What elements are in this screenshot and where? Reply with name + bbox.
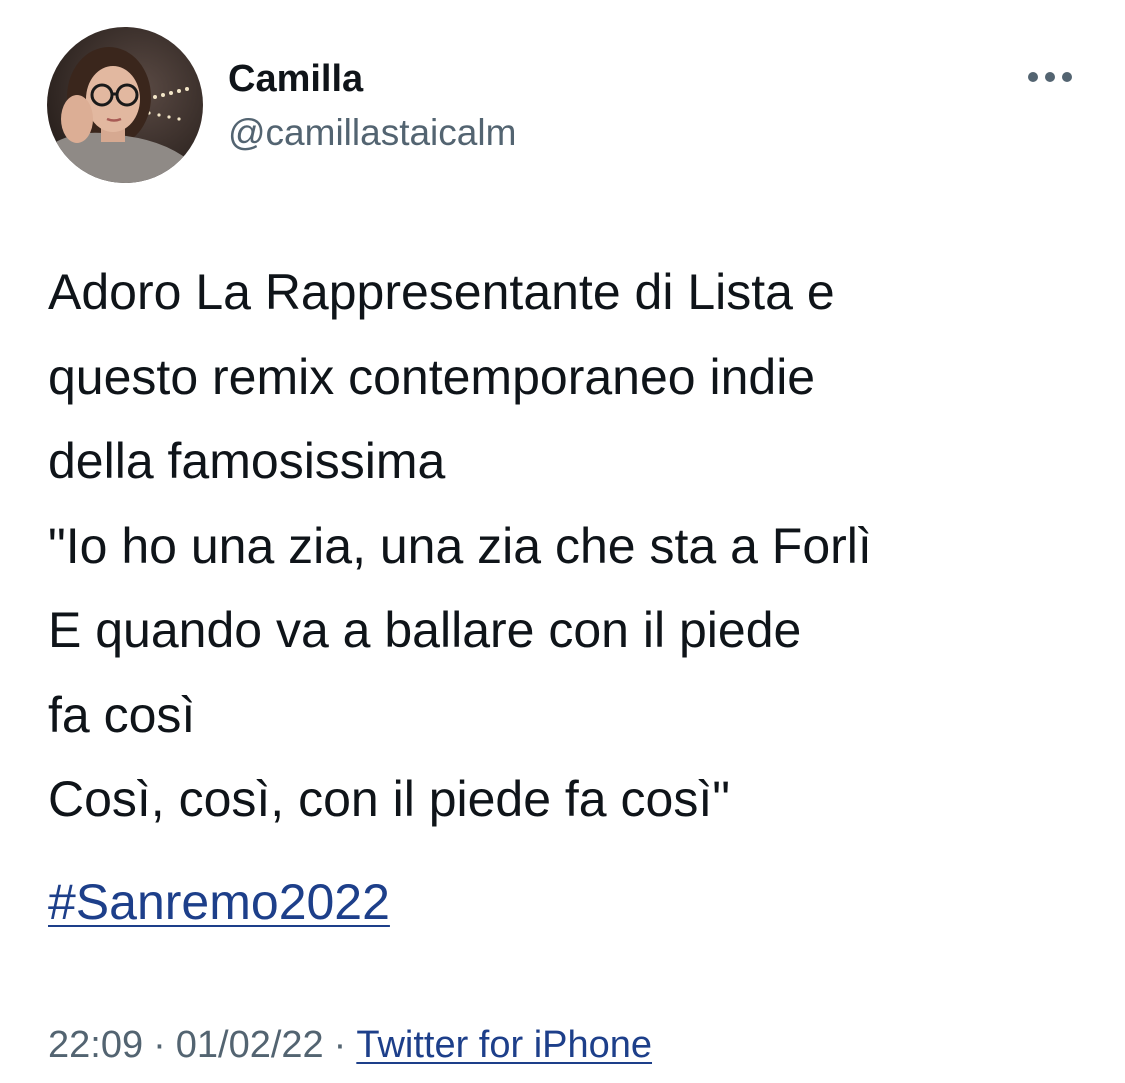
- separator-dot: ·: [153, 1024, 166, 1066]
- author-display-name[interactable]: Camilla: [228, 55, 363, 103]
- more-options-button[interactable]: [1018, 55, 1082, 99]
- separator-dot: ·: [333, 1024, 347, 1066]
- tweet-time[interactable]: 22:09: [48, 1024, 143, 1066]
- tweet-date[interactable]: 01/02/22: [176, 1024, 324, 1066]
- tweet: Camilla @camillastaicalm Adoro La Rappre…: [0, 0, 1125, 1083]
- tweet-text-line: Così, così, con il piede fa così": [48, 771, 730, 827]
- source-app-link[interactable]: Twitter for iPhone: [356, 1024, 652, 1066]
- tweet-metadata: 22:09 · 01/02/22 · Twitter for iPhone: [48, 1018, 652, 1072]
- hashtag-link[interactable]: #Sanremo2022: [48, 860, 390, 944]
- tweet-text-line: della famosissima: [48, 433, 446, 489]
- author-handle[interactable]: @camillastaicalm: [228, 109, 516, 157]
- tweet-text-line: Adoro La Rappresentante di Lista e: [48, 264, 835, 320]
- more-horizontal-icon: [1028, 72, 1072, 82]
- tweet-text-line: questo remix contemporaneo indie: [48, 348, 816, 405]
- tweet-text-line: "Io ho una zia, una zia che sta a Forlì: [48, 517, 872, 574]
- tweet-text-line: fa così: [48, 686, 196, 743]
- tweet-text: Adoro La Rappresentante di Lista e quest…: [48, 250, 1098, 842]
- avatar[interactable]: [47, 27, 203, 183]
- profile-photo: [47, 27, 203, 183]
- tweet-text-line: E quando va a ballare con il piede: [48, 602, 802, 658]
